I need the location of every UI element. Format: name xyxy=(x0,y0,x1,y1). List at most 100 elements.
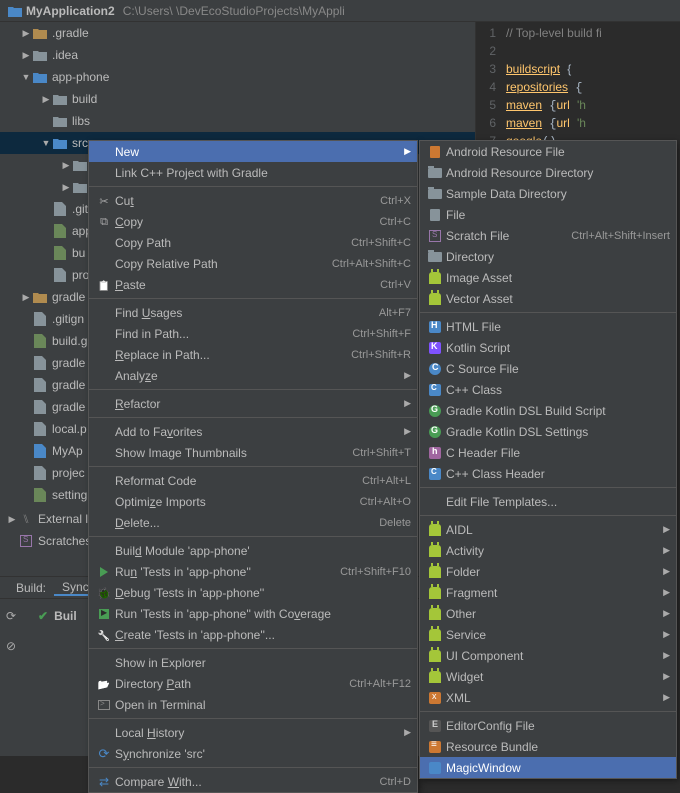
sync-icon[interactable]: ⟳ xyxy=(6,609,22,625)
menu-item[interactable]: Open in Terminal xyxy=(89,694,417,715)
context-menu[interactable]: New▶Link C++ Project with Gradle CutCtrl+… xyxy=(88,140,418,793)
tree-item-label: bu xyxy=(72,246,85,260)
expand-arrow-icon[interactable]: ▶ xyxy=(20,292,32,303)
menu-item[interactable]: Directory xyxy=(420,246,676,267)
menu-item[interactable]: Show Image ThumbnailsCtrl+Shift+T xyxy=(89,442,417,463)
menu-item[interactable]: New▶ xyxy=(89,141,417,162)
editor-line[interactable]: 4 repositories { xyxy=(476,78,680,96)
menu-item-label: Service xyxy=(444,628,658,642)
menu-item[interactable]: Image Asset xyxy=(420,267,676,288)
menu-item[interactable]: Activity▶ xyxy=(420,540,676,561)
menu-shortcut: Ctrl+V xyxy=(380,279,411,291)
menu-item[interactable]: Scratch FileCtrl+Alt+Shift+Insert xyxy=(420,225,676,246)
menu-item[interactable]: Run 'Tests in 'app-phone''Ctrl+Shift+F10 xyxy=(89,561,417,582)
menu-separator xyxy=(89,298,417,299)
menu-item[interactable]: File xyxy=(420,204,676,225)
menu-item[interactable]: HTML File xyxy=(420,316,676,337)
menu-item[interactable]: Kotlin Script xyxy=(420,337,676,358)
menu-item[interactable]: CutCtrl+X xyxy=(89,190,417,211)
editor-line[interactable]: 6 maven {url 'h xyxy=(476,114,680,132)
tree-item[interactable]: libs xyxy=(0,110,475,132)
menu-item[interactable]: Edit File Templates... xyxy=(420,491,676,512)
menu-item[interactable]: Replace in Path...Ctrl+Shift+R xyxy=(89,344,417,365)
menu-item-label: Refactor xyxy=(113,397,399,411)
menu-item[interactable]: Copy PathCtrl+Shift+C xyxy=(89,232,417,253)
menu-item[interactable]: C++ Class Header xyxy=(420,463,676,484)
menu-item[interactable]: EditorConfig File xyxy=(420,715,676,736)
menu-item[interactable]: PasteCtrl+V xyxy=(89,274,417,295)
menu-item[interactable]: Gradle Kotlin DSL Build Script xyxy=(420,400,676,421)
ic-android-icon xyxy=(426,272,444,284)
expand-arrow-icon[interactable]: ▶ xyxy=(60,182,72,193)
menu-item[interactable]: Android Resource Directory xyxy=(420,162,676,183)
menu-item[interactable]: Sample Data Directory xyxy=(420,183,676,204)
expand-arrow-icon[interactable]: ▼ xyxy=(40,138,52,148)
expand-arrow-icon[interactable]: ▼ xyxy=(20,72,32,82)
ic-android-icon xyxy=(426,629,444,641)
menu-item[interactable]: XML▶ xyxy=(420,687,676,708)
menu-item[interactable]: Fragment▶ xyxy=(420,582,676,603)
editor-line[interactable]: 2 xyxy=(476,42,680,60)
menu-item[interactable]: Android Resource File xyxy=(420,141,676,162)
menu-item[interactable]: Reformat CodeCtrl+Alt+L xyxy=(89,470,417,491)
tree-item[interactable]: ▼app-phone xyxy=(0,66,475,88)
menu-item[interactable]: Build Module 'app-phone' xyxy=(89,540,417,561)
ic-android-icon xyxy=(426,566,444,578)
menu-item[interactable]: Debug 'Tests in 'app-phone'' xyxy=(89,582,417,603)
tree-item[interactable]: ▶.idea xyxy=(0,44,475,66)
editor-line[interactable]: 3buildscript { xyxy=(476,60,680,78)
menu-item[interactable]: Analyze▶ xyxy=(89,365,417,386)
menu-item-label: EditorConfig File xyxy=(444,719,670,733)
ic-c-icon xyxy=(426,363,444,375)
menu-separator xyxy=(89,648,417,649)
menu-item-label: Fragment xyxy=(444,586,658,600)
build-status-row[interactable]: ✔ Buil xyxy=(38,609,77,623)
folder-dark-icon xyxy=(72,157,88,173)
menu-item[interactable]: Find UsagesAlt+F7 xyxy=(89,302,417,323)
menu-item[interactable]: Service▶ xyxy=(420,624,676,645)
expand-arrow-icon[interactable]: ▶ xyxy=(40,94,52,105)
editor-line[interactable]: 1// Top-level build fi xyxy=(476,24,680,42)
tree-item[interactable]: ▶.gradle xyxy=(0,22,475,44)
menu-item[interactable]: AIDL▶ xyxy=(420,519,676,540)
menu-item[interactable]: Link C++ Project with Gradle xyxy=(89,162,417,183)
menu-item[interactable]: Copy Relative PathCtrl+Alt+Shift+C xyxy=(89,253,417,274)
menu-item[interactable]: C Source File xyxy=(420,358,676,379)
expand-arrow-icon[interactable]: ▶ xyxy=(20,28,32,39)
expand-arrow-icon[interactable]: ▶ xyxy=(20,50,32,61)
menu-item[interactable]: Other▶ xyxy=(420,603,676,624)
menu-item[interactable]: Widget▶ xyxy=(420,666,676,687)
menu-item[interactable]: Local History▶ xyxy=(89,722,417,743)
ic-kt-icon xyxy=(426,342,444,354)
menu-item[interactable]: Add to Favorites▶ xyxy=(89,421,417,442)
editor-line[interactable]: 5 maven {url 'h xyxy=(476,96,680,114)
menu-item[interactable]: UI Component▶ xyxy=(420,645,676,666)
menu-item[interactable]: C Header File xyxy=(420,442,676,463)
new-submenu[interactable]: Android Resource FileAndroid Resource Di… xyxy=(419,140,677,779)
menu-item[interactable]: Directory PathCtrl+Alt+F12 xyxy=(89,673,417,694)
tree-item[interactable]: ▶build xyxy=(0,88,475,110)
stop-icon[interactable]: ⊘ xyxy=(6,639,22,655)
menu-item[interactable]: Find in Path...Ctrl+Shift+F xyxy=(89,323,417,344)
menu-item[interactable]: Synchronize 'src' xyxy=(89,743,417,764)
menu-item[interactable]: Compare With...Ctrl+D xyxy=(89,771,417,792)
menu-item[interactable]: Vector Asset xyxy=(420,288,676,309)
menu-item[interactable]: Delete...Delete xyxy=(89,512,417,533)
menu-item[interactable]: Resource Bundle xyxy=(420,736,676,757)
menu-item[interactable]: MagicWindow xyxy=(420,757,676,778)
menu-item[interactable]: Folder▶ xyxy=(420,561,676,582)
expand-arrow-icon[interactable]: ▶ xyxy=(60,160,72,171)
menu-item[interactable]: CopyCtrl+C xyxy=(89,211,417,232)
menu-separator xyxy=(420,312,676,313)
menu-item[interactable]: C++ Class xyxy=(420,379,676,400)
icon-coverage-icon xyxy=(95,609,113,619)
menu-item[interactable]: Gradle Kotlin DSL Settings xyxy=(420,421,676,442)
menu-item-label: Directory xyxy=(444,250,670,264)
menu-item[interactable]: Optimize ImportsCtrl+Alt+O xyxy=(89,491,417,512)
menu-item[interactable]: Refactor▶ xyxy=(89,393,417,414)
menu-item[interactable]: Create 'Tests in 'app-phone''... xyxy=(89,624,417,645)
menu-item[interactable]: Run 'Tests in 'app-phone'' with Coverage xyxy=(89,603,417,624)
menu-item[interactable]: Show in Explorer xyxy=(89,652,417,673)
breadcrumb-project[interactable]: MyApplication2 xyxy=(4,4,119,18)
ic-android-icon xyxy=(426,587,444,599)
